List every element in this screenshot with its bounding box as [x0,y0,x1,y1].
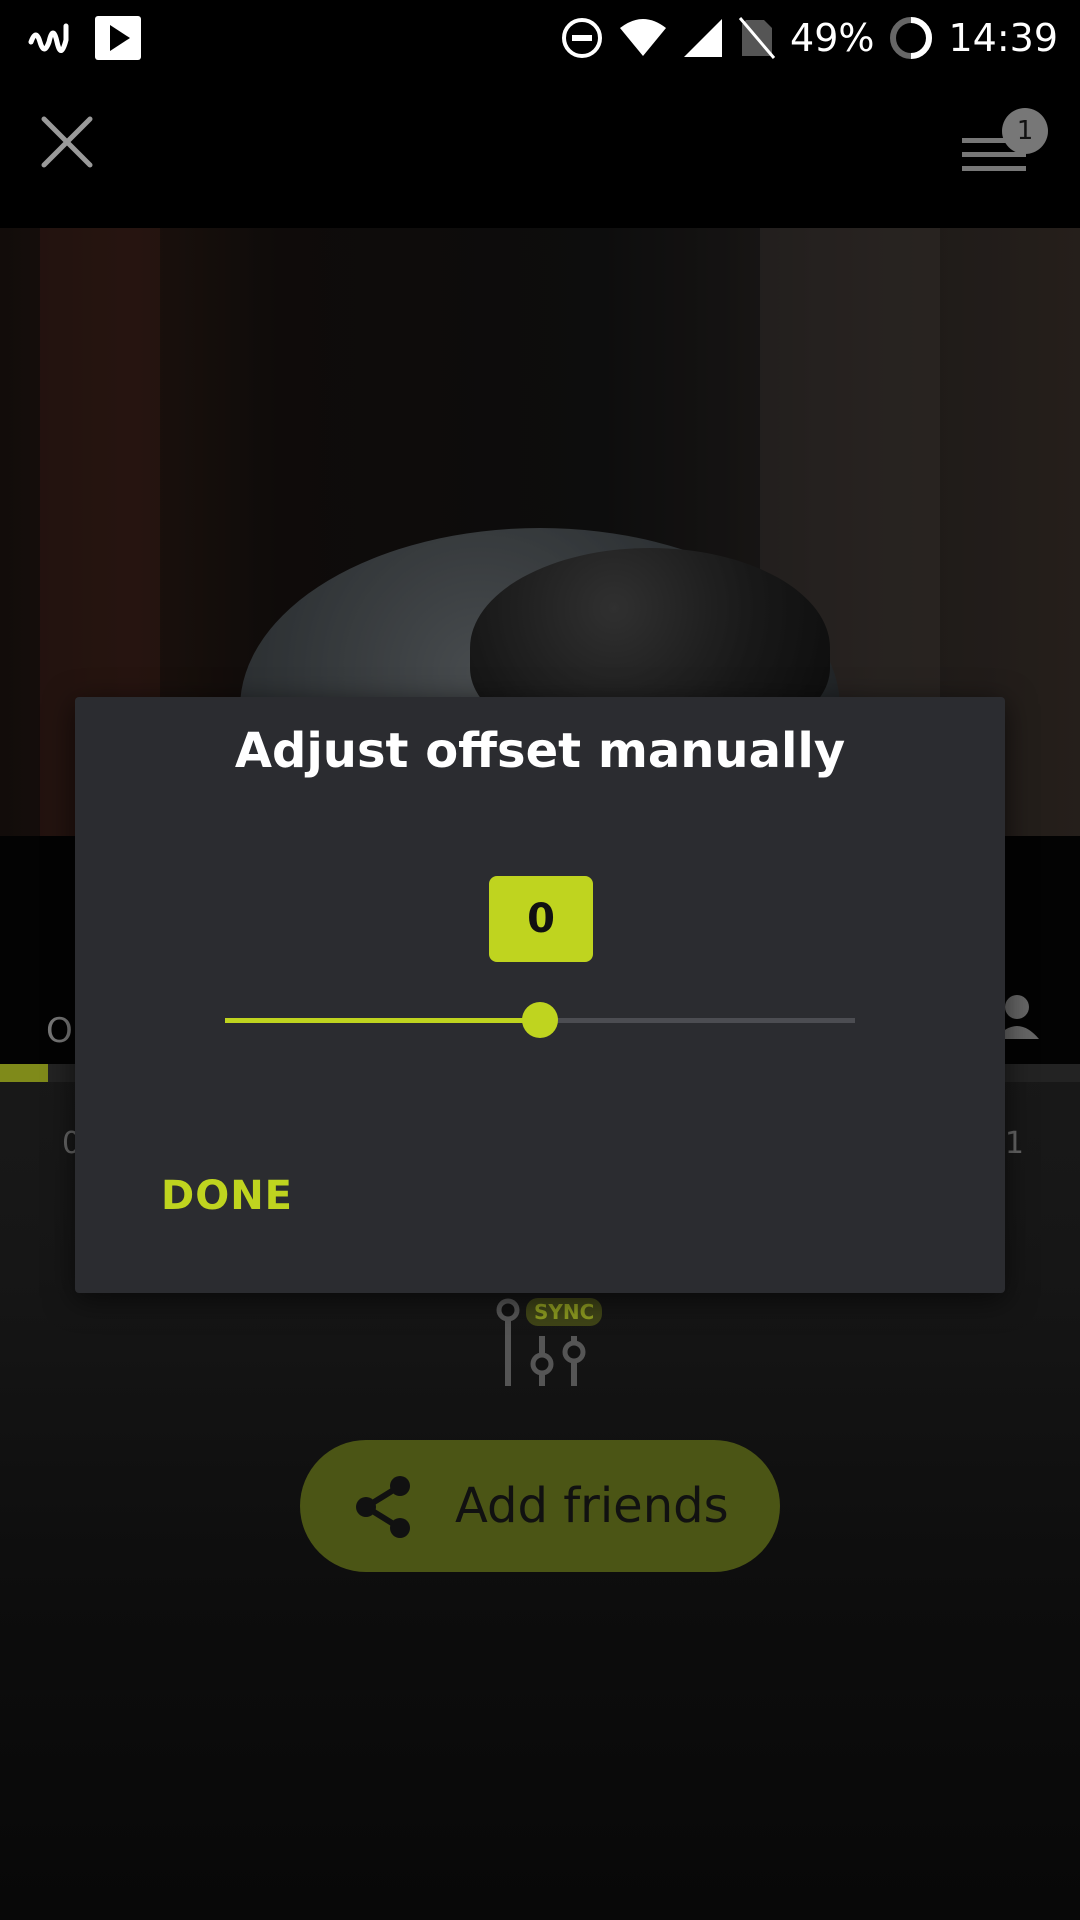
offset-value-badge: 0 [489,876,593,962]
offset-slider-fill [225,1018,540,1023]
adjust-offset-dialog: Adjust offset manually 0 DONE [75,697,1005,1293]
dialog-title: Adjust offset manually [234,723,846,779]
offset-slider-thumb[interactable] [522,1002,558,1038]
done-button[interactable]: DONE [161,1173,293,1219]
